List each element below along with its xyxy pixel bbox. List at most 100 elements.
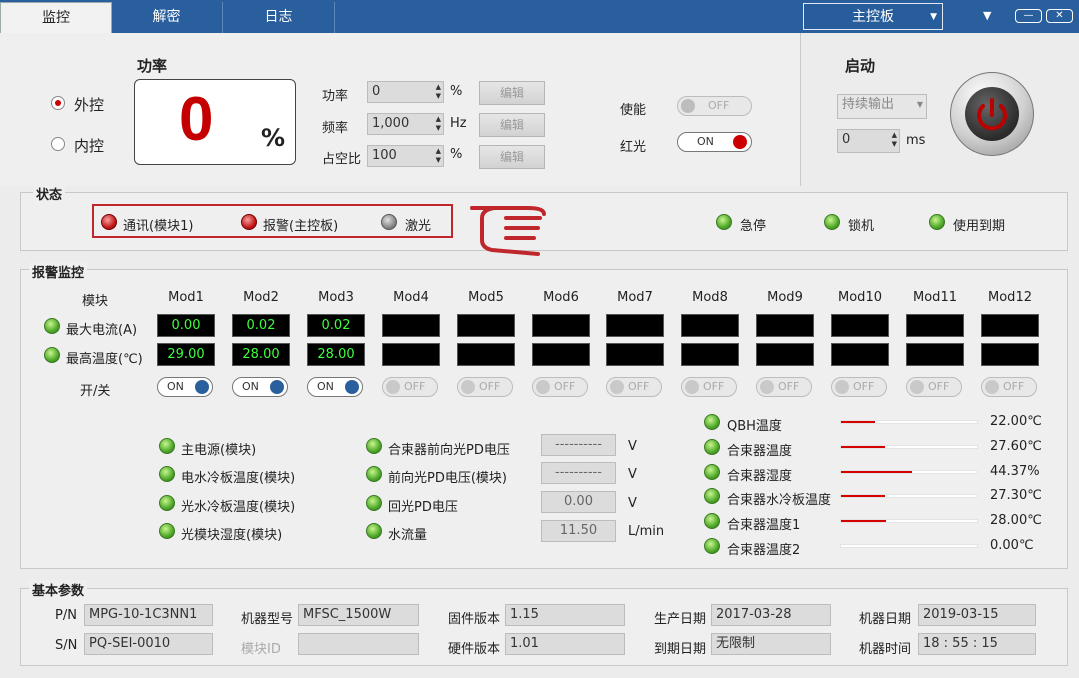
pointing-hand-icon (470, 206, 546, 256)
module-switch-state: OFF (778, 380, 800, 393)
switch-row-label: 开/关 (80, 384, 111, 399)
prod-date-field: 2017-03-28 (711, 604, 831, 626)
sensor-value: 44.37% (990, 464, 1040, 479)
exp-date-label: 到期日期 (654, 642, 707, 657)
ms-input[interactable]: 0 ▲ ▼ (837, 129, 900, 153)
tab-monitor[interactable]: 监控 (0, 2, 112, 34)
toggle-knob (835, 380, 849, 394)
alarm-label: 报警(主控板) (263, 219, 339, 234)
spin-arrows-icon[interactable]: ▲ ▼ (436, 83, 441, 101)
sensor-label: 合束器温度1 (727, 518, 801, 533)
toggle-knob (985, 380, 999, 394)
module-switch-toggle[interactable]: OFF (681, 377, 737, 397)
toggle-knob (195, 380, 209, 394)
module-temp-value (831, 343, 889, 366)
power-display-unit: % (261, 124, 286, 152)
module-current-value: 0.02 (307, 314, 365, 337)
spin-arrows-icon[interactable]: ▲ ▼ (436, 115, 441, 133)
chevron-down-icon: ▼ (916, 100, 923, 109)
power-display: 0 % (134, 79, 296, 165)
sn-field: PQ-SEI-0010 (84, 633, 213, 655)
sensor-value: 28.00℃ (990, 513, 1042, 528)
expiry-led (929, 214, 945, 230)
combiner-pd-label: 合束器前向光PD电压 (388, 443, 510, 458)
basic-title: 基本参数 (29, 580, 88, 599)
module-switch-toggle[interactable]: OFF (457, 377, 513, 397)
enable-state: OFF (708, 99, 730, 112)
module-switch-toggle[interactable]: OFF (906, 377, 962, 397)
module-switch-toggle[interactable]: OFF (831, 377, 887, 397)
param-freq-unit: Hz (450, 116, 467, 131)
module-switch-toggle[interactable]: ON (232, 377, 288, 397)
minimize-icon[interactable]: — (1015, 9, 1042, 23)
spin-arrows-icon[interactable]: ▲ ▼ (436, 147, 441, 165)
edit-freq-button[interactable]: 编辑 (479, 113, 545, 137)
temp-led (44, 347, 60, 363)
lock-led (824, 214, 840, 230)
toggle-knob (685, 380, 699, 394)
radio-internal[interactable] (51, 137, 65, 151)
module-switch-toggle[interactable]: OFF (756, 377, 812, 397)
edit-power-button[interactable]: 编辑 (479, 81, 545, 105)
param-duty-value: 100 (372, 148, 397, 163)
module-switch-toggle[interactable]: ON (307, 377, 363, 397)
sn-label: S/N (55, 638, 78, 653)
close-icon[interactable]: ✕ (1046, 9, 1073, 23)
optical-cooling-label: 光水冷板温度(模块) (181, 500, 296, 515)
spin-arrows-icon[interactable]: ▲ ▼ (892, 131, 897, 149)
redlight-label: 红光 (620, 140, 647, 155)
sensor-led (704, 439, 720, 455)
pn-label: P/N (55, 608, 77, 623)
menu-dropdown-icon[interactable]: ▼ (983, 9, 991, 22)
comm-led (101, 214, 117, 230)
radio-internal-label: 内控 (74, 137, 105, 155)
laser-led (381, 214, 397, 230)
param-duty-label: 占空比 (322, 152, 362, 167)
sensor-label: 合束器湿度 (727, 469, 793, 484)
status-led (366, 466, 382, 482)
hw-label: 硬件版本 (448, 642, 501, 657)
tab-decrypt[interactable]: 解密 (111, 2, 223, 33)
param-power-value: 0 (372, 84, 381, 99)
main-power-label: 主电源(模块) (181, 443, 257, 458)
power-button[interactable] (950, 72, 1034, 156)
sensor-label: 合束器温度2 (727, 543, 801, 558)
module-switch-toggle[interactable]: OFF (382, 377, 438, 397)
status-led (366, 523, 382, 539)
module-switch-state: OFF (1003, 380, 1025, 393)
water-flow-value: 11.50 (541, 520, 616, 542)
module-name: Mod7 (617, 290, 653, 305)
sensor-led (704, 488, 720, 504)
module-switch-toggle[interactable]: OFF (981, 377, 1037, 397)
board-select[interactable]: 主控板 ▼ (803, 3, 943, 30)
sensor-bar (840, 470, 978, 474)
module-current-value (981, 314, 1039, 337)
module-current-value (756, 314, 814, 337)
status-led (159, 438, 175, 454)
module-name: Mod10 (838, 290, 882, 305)
redlight-toggle[interactable]: ON (677, 132, 752, 152)
param-freq-input[interactable]: 1,000 ▲ ▼ (367, 113, 444, 135)
return-pd-unit: V (628, 496, 637, 511)
radio-external[interactable] (51, 96, 65, 110)
power-display-value: 0 (179, 85, 214, 154)
module-switch-toggle[interactable]: ON (157, 377, 213, 397)
output-mode-select[interactable]: 持续输出 ▼ (837, 94, 927, 119)
edit-duty-button[interactable]: 编辑 (479, 145, 545, 169)
module-name: Mod3 (318, 290, 354, 305)
module-temp-value (532, 343, 590, 366)
module-switch-toggle[interactable]: OFF (606, 377, 662, 397)
module-name: Mod4 (393, 290, 429, 305)
module-switch-toggle[interactable]: OFF (532, 377, 588, 397)
tab-log[interactable]: 日志 (223, 2, 335, 33)
sensor-led (704, 538, 720, 554)
module-current-value (681, 314, 739, 337)
power-icon (965, 87, 1019, 141)
comm-label: 通讯(模块1) (123, 219, 194, 234)
enable-toggle[interactable]: OFF (677, 96, 752, 116)
module-id-field (298, 633, 419, 655)
toggle-knob (345, 380, 359, 394)
param-duty-input[interactable]: 100 ▲ ▼ (367, 145, 444, 167)
module-temp-value (906, 343, 964, 366)
param-power-input[interactable]: 0 ▲ ▼ (367, 81, 444, 103)
